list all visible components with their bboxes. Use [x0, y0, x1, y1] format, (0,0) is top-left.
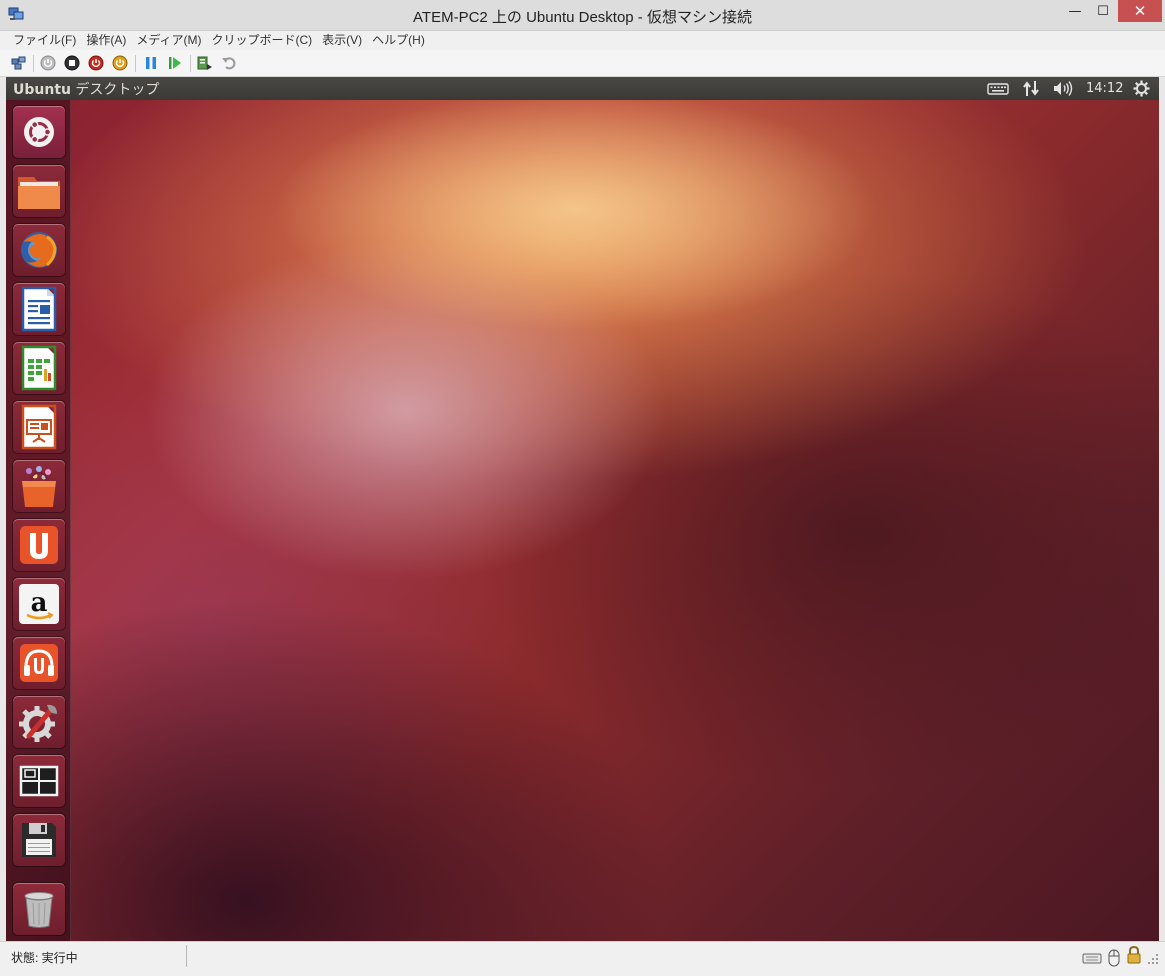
impress-icon[interactable]	[13, 401, 65, 453]
system-settings-icon[interactable]	[13, 696, 65, 748]
session-gear-icon[interactable]	[1133, 80, 1150, 97]
dash-home-icon[interactable]	[13, 106, 65, 158]
software-center-icon[interactable]	[13, 460, 65, 512]
pause-icon[interactable]	[143, 55, 159, 71]
ubuntu-one-music-icon[interactable]	[13, 637, 65, 689]
turn-off-icon[interactable]	[64, 55, 80, 71]
menu-bar: ファイル(F) 操作(A) メディア(M) クリップボード(C) 表示(V) ヘ…	[0, 30, 1165, 50]
panel-title: Ubuntu デスクトップ	[13, 79, 159, 99]
floppy-drive-icon[interactable]	[13, 814, 65, 866]
menu-help[interactable]: ヘルプ(H)	[369, 31, 432, 50]
save-state-icon[interactable]	[112, 55, 128, 71]
close-button[interactable]: ✕	[1118, 0, 1162, 22]
amazon-icon[interactable]: a	[13, 578, 65, 630]
trash-icon[interactable]	[13, 883, 65, 935]
unity-launcher: a	[6, 100, 71, 941]
writer-icon[interactable]	[13, 283, 65, 335]
vm-toolbar	[0, 50, 1165, 77]
vm-status-text: 状態: 実行中	[11, 951, 78, 965]
minimize-button[interactable]: —	[1062, 0, 1088, 22]
panel-title-ubuntu: Ubuntu	[13, 82, 71, 98]
files-icon[interactable]	[13, 165, 65, 217]
clock[interactable]: 14:12	[1086, 81, 1123, 98]
firefox-icon[interactable]	[13, 224, 65, 276]
revert-icon[interactable]	[221, 55, 237, 71]
desktop-wallpaper[interactable]	[6, 100, 1159, 941]
ubuntu-top-panel: Ubuntu デスクトップ 14:12	[6, 77, 1159, 100]
toolbar-separator	[190, 55, 191, 72]
menu-clipboard[interactable]: クリップボード(C)	[208, 31, 319, 50]
status-separator	[186, 945, 187, 967]
window-titlebar: ATEM-PC2 上の Ubuntu Desktop - 仮想マシン接続 — ☐…	[0, 0, 1165, 30]
menu-action[interactable]: 操作(A)	[83, 31, 133, 50]
calc-icon[interactable]	[13, 342, 65, 394]
workspace-switcher-icon[interactable]	[13, 755, 65, 807]
network-icon[interactable]	[1022, 80, 1040, 97]
svg-text:a: a	[31, 588, 48, 618]
ctrl-alt-del-icon[interactable]	[11, 55, 27, 71]
window-title: ATEM-PC2 上の Ubuntu Desktop - 仮想マシン接続	[413, 9, 752, 26]
ubuntu-one-icon[interactable]	[13, 519, 65, 571]
start-icon[interactable]	[40, 55, 56, 71]
panel-title-desktop: デスクトップ	[70, 82, 160, 98]
keyboard-icon[interactable]	[987, 80, 1009, 97]
maximize-button[interactable]: ☐	[1090, 0, 1116, 22]
lock-icon	[1127, 945, 1141, 964]
menu-file[interactable]: ファイル(F)	[10, 31, 83, 50]
reset-icon[interactable]	[167, 55, 183, 71]
snapshot-icon[interactable]	[197, 55, 213, 71]
menu-view[interactable]: 表示(V)	[319, 31, 369, 50]
shutdown-icon[interactable]	[88, 55, 104, 71]
keyboard-capture-icon	[1082, 953, 1102, 964]
toolbar-separator	[33, 55, 34, 72]
resize-grip-icon[interactable]	[1147, 953, 1159, 965]
toolbar-separator	[135, 55, 136, 72]
mouse-capture-icon	[1108, 949, 1120, 967]
status-bar: 状態: 実行中	[0, 941, 1165, 976]
volume-icon[interactable]	[1052, 80, 1074, 97]
menu-media[interactable]: メディア(M)	[133, 31, 208, 50]
